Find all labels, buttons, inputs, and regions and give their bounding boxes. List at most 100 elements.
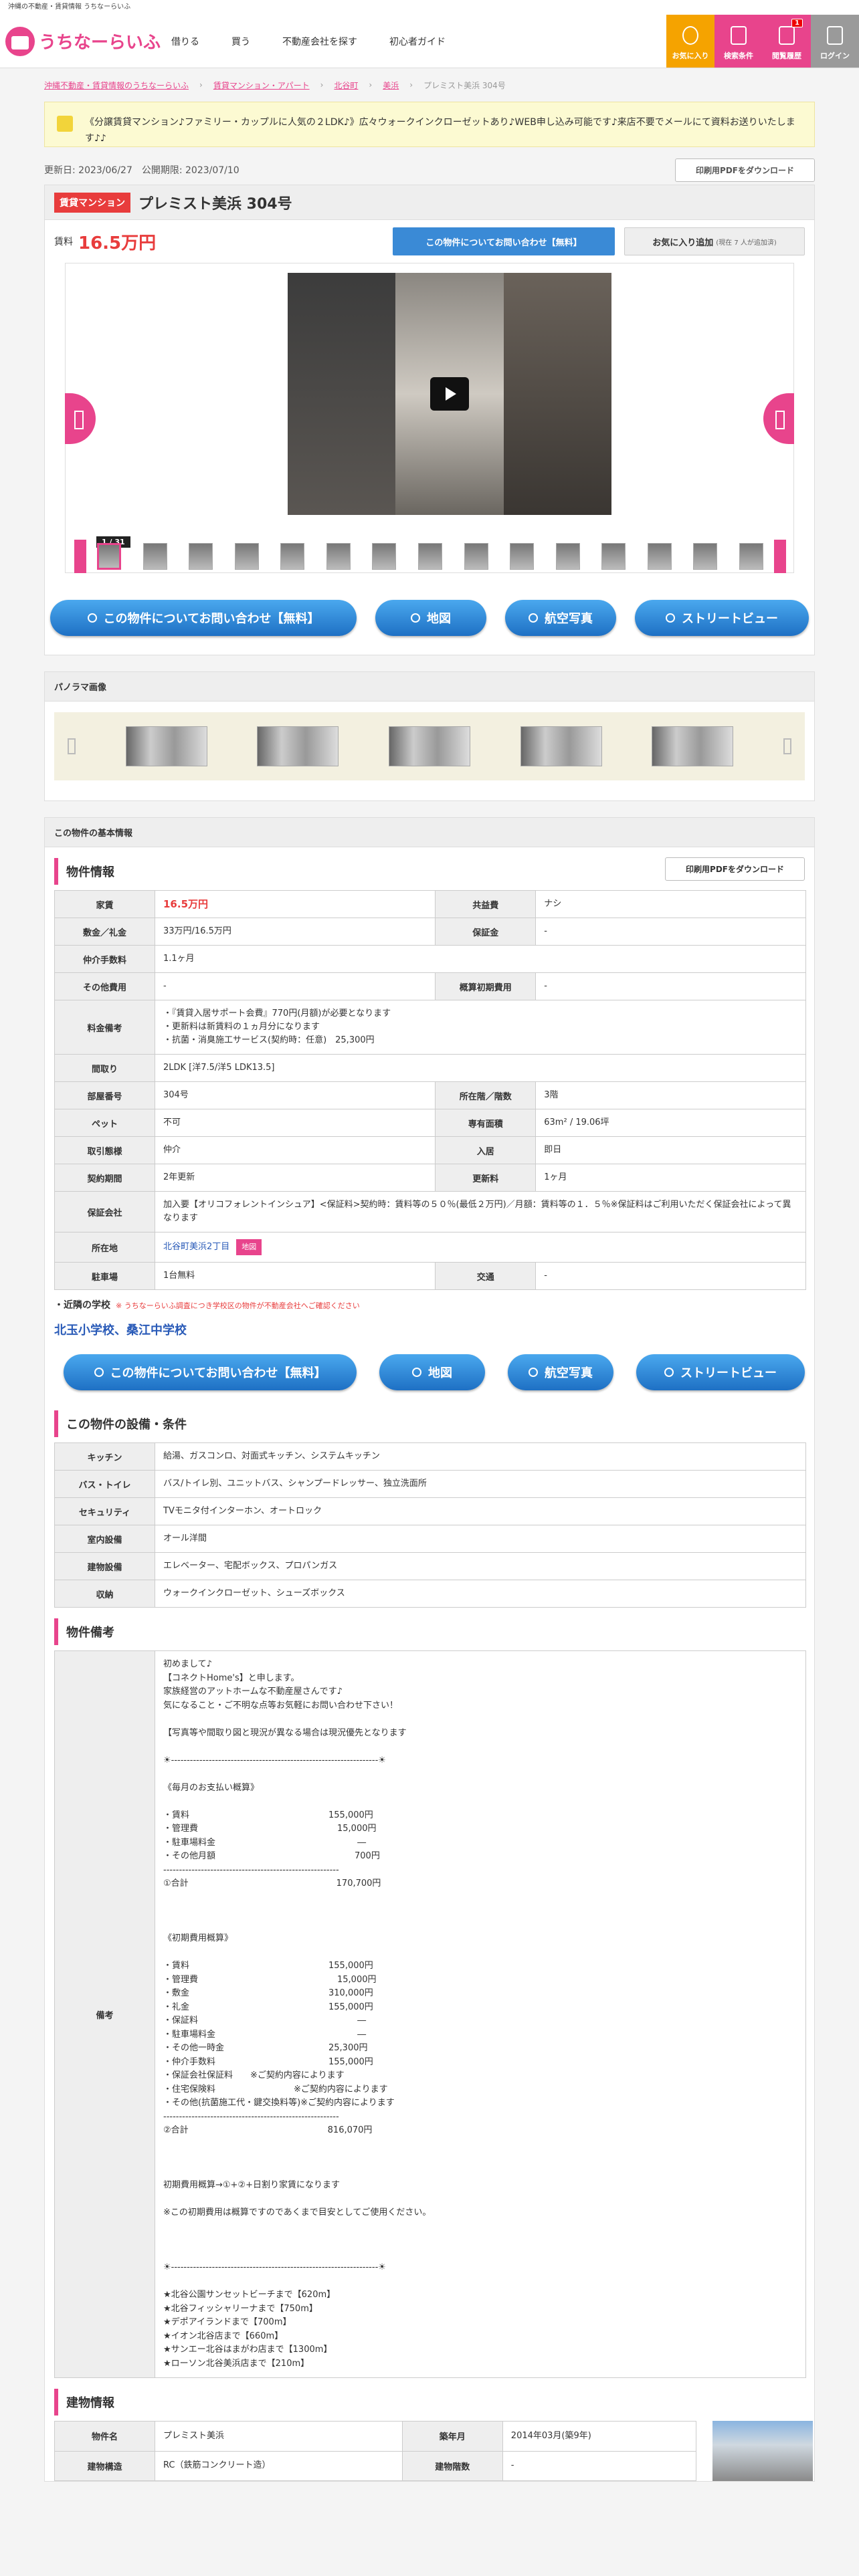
remarks-heading: 物件備考 xyxy=(54,1618,814,1645)
thumbnail[interactable] xyxy=(545,540,591,573)
prev-photo-arrow[interactable] xyxy=(65,393,96,444)
table-row: 間取り 2LDK [洋7.5/洋5 LDK13.5] xyxy=(54,1054,806,1082)
aerial-photo-button-2[interactable]: 航空写真 xyxy=(508,1354,613,1390)
megaphone-icon xyxy=(57,116,73,132)
table-row: その他費用 - 概算初期費用 - xyxy=(54,972,806,1000)
play-icon[interactable] xyxy=(430,377,469,411)
next-photo-arrow[interactable] xyxy=(763,393,794,444)
document-icon xyxy=(731,26,747,45)
table-row: バス・トイレ バス/トイレ別、ユニットバス、シャンプードレッサー、独立洗面所 xyxy=(54,1470,806,1498)
table-row: 建物構造 RC（鉄筋コンクリート造） 建物階数 - xyxy=(54,2450,697,2481)
nav-find-agency[interactable]: 不動産会社を探す xyxy=(282,35,357,48)
thumbnail[interactable] xyxy=(729,540,775,573)
thumbnail[interactable] xyxy=(636,540,682,573)
address-link[interactable]: 北谷町美浜2丁目 xyxy=(163,1242,229,1252)
thumbnail[interactable] xyxy=(270,540,316,573)
building-heading: 建物情報 xyxy=(54,2389,814,2416)
breadcrumb-category[interactable]: 賃貸マンション・アパート xyxy=(213,80,310,91)
map-button[interactable]: 地図 xyxy=(375,600,486,636)
property-info-heading: 物件情報 xyxy=(54,858,114,885)
school-links[interactable]: 北玉小学校、桑江中学校 xyxy=(54,1321,814,1338)
thumbnail[interactable] xyxy=(453,540,499,573)
thumbnail[interactable] xyxy=(407,540,454,573)
thumbnail[interactable] xyxy=(316,540,362,573)
nav-buy[interactable]: 買う xyxy=(231,35,250,48)
pano-next-arrow[interactable] xyxy=(783,738,791,754)
thumbnail[interactable] xyxy=(132,540,178,573)
aerial-photo-button[interactable]: 航空写真 xyxy=(505,600,616,636)
thumbnail[interactable] xyxy=(591,540,637,573)
school-note: ※ うちなーらいふ調査につき学校区の物件が不動産会社へご確認ください xyxy=(116,1301,360,1310)
inquiry-button-top[interactable]: この物件についてお問い合わせ【無料】 xyxy=(393,227,615,255)
history-count-badge: 1 xyxy=(791,19,803,27)
thumb-prev-arrow[interactable] xyxy=(74,540,86,573)
thumbnail[interactable] xyxy=(86,540,132,573)
thumbnail[interactable] xyxy=(682,540,729,573)
table-row: 駐車場 1台無料 交通 - xyxy=(54,1262,806,1290)
table-row: ペット 不可 専有面積 63m² / 19.06坪 xyxy=(54,1109,806,1137)
add-favorite-button[interactable]: お気に入り追加 (現在 7 人が追加済) xyxy=(624,227,805,255)
breadcrumb-town[interactable]: 北谷町 xyxy=(334,80,358,91)
search-conditions-button[interactable]: 検索条件 xyxy=(714,15,763,68)
remarks-text: 初めまして♪ 【コネクトHome's】と申します。 家族経営のアットホームな不動… xyxy=(155,1650,806,2378)
site-header: うちなーらいふ 借りる 買う 不動産会社を探す 初心者ガイド お気に入り 検索条… xyxy=(0,15,859,68)
street-view-button-2[interactable]: ストリートビュー xyxy=(636,1354,805,1390)
panorama-thumbnail[interactable] xyxy=(257,726,339,766)
main-photo[interactable] xyxy=(288,273,611,515)
table-row: 収納 ウォークインクローゼット、シューズボックス xyxy=(54,1580,806,1608)
inquiry-button[interactable]: この物件についてお問い合わせ【無料】 xyxy=(50,600,357,636)
pdf-download-button[interactable]: 印刷用PDFをダウンロード xyxy=(675,158,815,182)
history-button[interactable]: 1 閲覧履歴 xyxy=(763,15,811,68)
panorama-card: パノラマ画像 xyxy=(44,671,815,801)
table-row: 部屋番号 304号 所在階／階数 3階 xyxy=(54,1081,806,1109)
property-title: プレミスト美浜 304号 xyxy=(138,195,292,213)
price-label: 賃料 xyxy=(54,237,73,247)
login-button[interactable]: ログイン xyxy=(811,15,859,68)
building-photo[interactable] xyxy=(712,2421,813,2481)
nav-rent[interactable]: 借りる xyxy=(171,35,199,48)
equipment-heading: この物件の設備・条件 xyxy=(54,1410,814,1437)
table-row: 備考 初めまして♪ 【コネクトHome's】と申します。 家族経営のアットホームな… xyxy=(54,1650,806,2378)
street-view-button[interactable]: ストリートビュー xyxy=(635,600,809,636)
favorites-button[interactable]: お気に入り xyxy=(666,15,714,68)
table-row: 家賃 16.5万円 共益費 ナシ xyxy=(54,890,806,918)
clipboard-icon xyxy=(779,26,795,45)
map-tag-button[interactable]: 地図 xyxy=(236,1239,262,1255)
panorama-thumbnail[interactable] xyxy=(388,726,470,766)
thumb-next-arrow[interactable] xyxy=(774,540,786,573)
notice-text: 《分譲賃貸マンション♪ファミリー・カップルに人気の２LDK♪》広々ウォークインク… xyxy=(85,117,795,144)
nav-beginner-guide[interactable]: 初心者ガイド xyxy=(389,35,446,48)
breadcrumb-home[interactable]: 沖縄不動産・賃貸情報のうちなーらいふ xyxy=(44,80,189,91)
site-logo[interactable]: うちなーらいふ xyxy=(0,15,161,68)
map-button-2[interactable]: 地図 xyxy=(379,1354,485,1390)
thumbnail[interactable] xyxy=(224,540,270,573)
breadcrumb-area[interactable]: 美浜 xyxy=(383,80,399,91)
school-label: ・近隣の学校 xyxy=(54,1300,110,1311)
dates-text: 更新日: 2023/06/27 公開期限: 2023/07/10 xyxy=(44,165,240,176)
equipment-table: キッチン 給湯、ガスコンロ、対面式キッチン、システムキッチン バス・トイレ バス/ト… xyxy=(54,1442,806,1608)
key-icon xyxy=(827,26,843,45)
thumbnail[interactable] xyxy=(178,540,224,573)
remarks-table: 備考 初めまして♪ 【コネクトHome's】と申します。 家族経営のアットホームな… xyxy=(54,1650,806,2378)
thumbnail[interactable] xyxy=(361,540,407,573)
pano-prev-arrow[interactable] xyxy=(68,738,76,754)
house-mascot-icon xyxy=(5,26,35,56)
table-row: 取引態様 仲介 入居 即日 xyxy=(54,1136,806,1164)
panorama-title: パノラマ画像 xyxy=(45,672,814,702)
inquiry-button-2[interactable]: この物件についてお問い合わせ【無料】 xyxy=(64,1354,357,1390)
table-row: 料金備考 ・『賃貸入居サポート会費』770円(月額)が必要となります ・更新料は新… xyxy=(54,1000,806,1055)
table-row: 建物設備 エレベーター、宅配ボックス、プロパンガス xyxy=(54,1552,806,1580)
table-row: 物件名 プレミスト美浜 築年月 2014年03月(築9年) xyxy=(54,2421,697,2452)
thumbnail[interactable] xyxy=(499,540,545,573)
site-tagline: 沖縄の不動産・賃貸情報 うちなーらいふ xyxy=(0,0,859,15)
photo-gallery: 1 / 31 xyxy=(65,263,794,573)
basic-info-title: この物件の基本情報 xyxy=(45,818,814,847)
pdf-download-button-2[interactable]: 印刷用PDFをダウンロード xyxy=(665,857,805,881)
panorama-thumbnail[interactable] xyxy=(520,726,602,766)
table-row: 敷金／礼金 33万円/16.5万円 保証金 - xyxy=(54,918,806,946)
global-nav: 借りる 買う 不動産会社を探す 初心者ガイド xyxy=(161,15,666,68)
panorama-thumbnail[interactable] xyxy=(125,726,207,766)
panorama-thumbnail[interactable] xyxy=(652,726,734,766)
promo-notice: 《分譲賃貸マンション♪ファミリー・カップルに人気の２LDK♪》広々ウォークインク… xyxy=(44,102,815,147)
table-row: 室内設備 オール洋間 xyxy=(54,1525,806,1553)
